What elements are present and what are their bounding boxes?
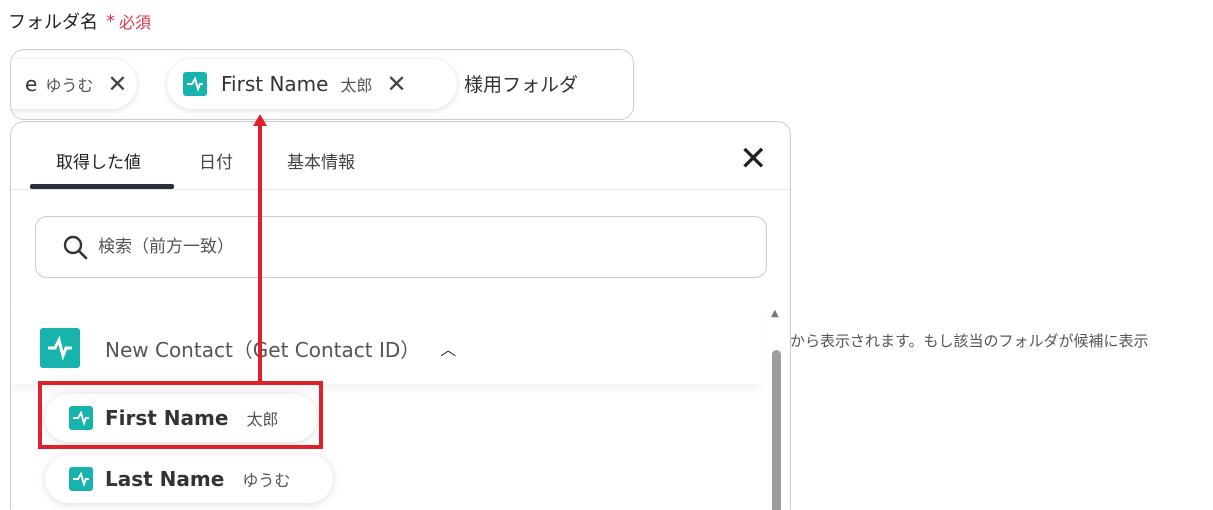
token-chip[interactable]: e ゆうむ ✕ xyxy=(11,59,137,109)
app-logo-icon xyxy=(183,72,207,96)
help-text: から表示されます。もし該当のフォルダが候補に表示 xyxy=(790,332,1149,350)
annotation-arrow-head-icon xyxy=(253,114,267,126)
folder-name-token-field[interactable]: e ゆうむ ✕ First Name 太郎 ✕ 様用フォルダ xyxy=(10,49,634,120)
scrollbar[interactable]: ▲ xyxy=(769,308,783,510)
field-label: フォルダ名 * 必須 xyxy=(8,8,151,34)
search-field[interactable] xyxy=(35,216,767,278)
value-picker-dropdown: 取得した値 日付 基本情報 ✕ New Contact（Get Contact … xyxy=(10,121,791,510)
required-mark: * xyxy=(106,10,115,32)
chevron-up-icon[interactable]: ︿ xyxy=(440,336,456,360)
required-text: 必須 xyxy=(119,13,152,32)
search-input[interactable] xyxy=(98,237,698,257)
app-logo-icon xyxy=(40,328,80,368)
annotation-highlight-box xyxy=(38,381,323,449)
item-name: Last Name xyxy=(105,467,225,491)
list-item-last-name[interactable]: Last Name ゆうむ xyxy=(45,455,333,503)
tab-bar: 取得した値 日付 基本情報 ✕ xyxy=(11,122,790,190)
token-chip-name: e xyxy=(25,72,38,96)
tab-basic-info[interactable]: 基本情報 xyxy=(287,148,355,173)
tab-date[interactable]: 日付 xyxy=(199,148,233,173)
field-label-text: フォルダ名 xyxy=(8,12,98,33)
close-icon[interactable]: ✕ xyxy=(739,142,768,176)
tab-retrieved-values[interactable]: 取得した値 xyxy=(56,148,141,173)
token-chip[interactable]: First Name 太郎 ✕ xyxy=(167,59,457,109)
active-tab-indicator xyxy=(30,184,174,189)
scroll-up-arrow-icon[interactable]: ▲ xyxy=(771,308,779,319)
close-icon[interactable]: ✕ xyxy=(386,72,406,96)
annotation-arrow-line xyxy=(258,122,262,381)
scrollbar-thumb[interactable] xyxy=(772,350,781,510)
search-icon xyxy=(63,235,88,260)
group-title: New Contact（Get Contact ID） xyxy=(105,337,421,362)
app-logo-icon xyxy=(69,467,93,491)
item-value: ゆうむ xyxy=(242,471,291,490)
group-header[interactable]: New Contact（Get Contact ID） ︿ xyxy=(11,312,761,384)
close-icon[interactable]: ✕ xyxy=(107,72,127,96)
token-chip-value: 太郎 xyxy=(340,76,373,95)
token-chip-value: ゆうむ xyxy=(45,76,94,95)
token-trailing-text: 様用フォルダ xyxy=(464,74,579,96)
token-chip-name: First Name xyxy=(221,72,329,96)
